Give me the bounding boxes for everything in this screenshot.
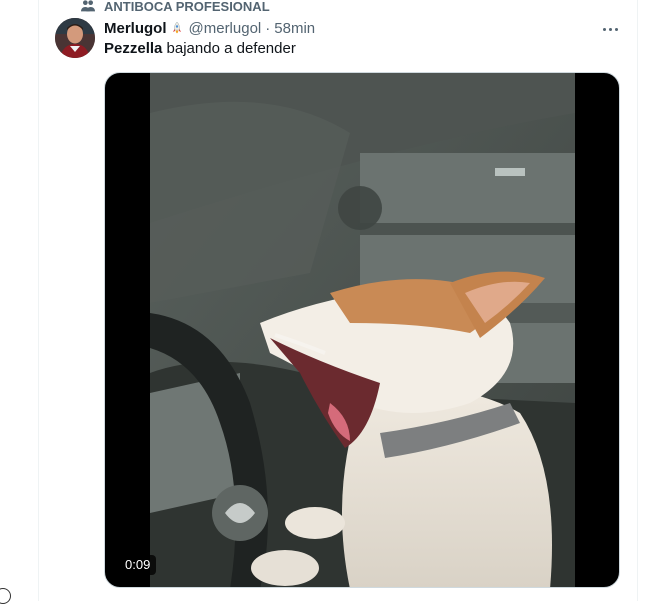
- rocket-icon: [172, 21, 181, 34]
- more-dot-icon: [614, 27, 618, 31]
- next-tweet-avatar-edge: [0, 588, 11, 604]
- more-dot-icon: [608, 27, 612, 31]
- video-thumbnail: [150, 73, 575, 587]
- tweet-timestamp[interactable]: 58min: [274, 19, 315, 39]
- video-player[interactable]: 0:09: [104, 72, 620, 588]
- social-context-label: ANTIBOCA PROFESIONAL: [104, 0, 270, 14]
- people-icon: [81, 0, 95, 12]
- separator-dot: ·: [265, 20, 271, 37]
- tweet-text-bold: Pezzella: [104, 40, 163, 57]
- tweet-header: Merlugol @merlugol · 58min: [104, 19, 315, 39]
- more-dot-icon: [602, 27, 606, 31]
- video-frame[interactable]: [150, 73, 575, 587]
- timeline-right-border: [637, 0, 638, 601]
- author-name[interactable]: Merlugol: [104, 19, 167, 39]
- avatar-image: [55, 18, 95, 58]
- timeline-left-border: [38, 0, 39, 601]
- more-options-button[interactable]: [598, 17, 622, 41]
- avatar[interactable]: [55, 18, 95, 58]
- tweet-text-rest: bajando a defender: [162, 40, 296, 57]
- author-handle[interactable]: @merlugol: [189, 19, 262, 39]
- social-context[interactable]: ANTIBOCA PROFESIONAL: [80, 0, 270, 15]
- tweet-text: Pezzella bajando a defender: [104, 39, 296, 59]
- video-duration-badge: 0:09: [119, 555, 157, 575]
